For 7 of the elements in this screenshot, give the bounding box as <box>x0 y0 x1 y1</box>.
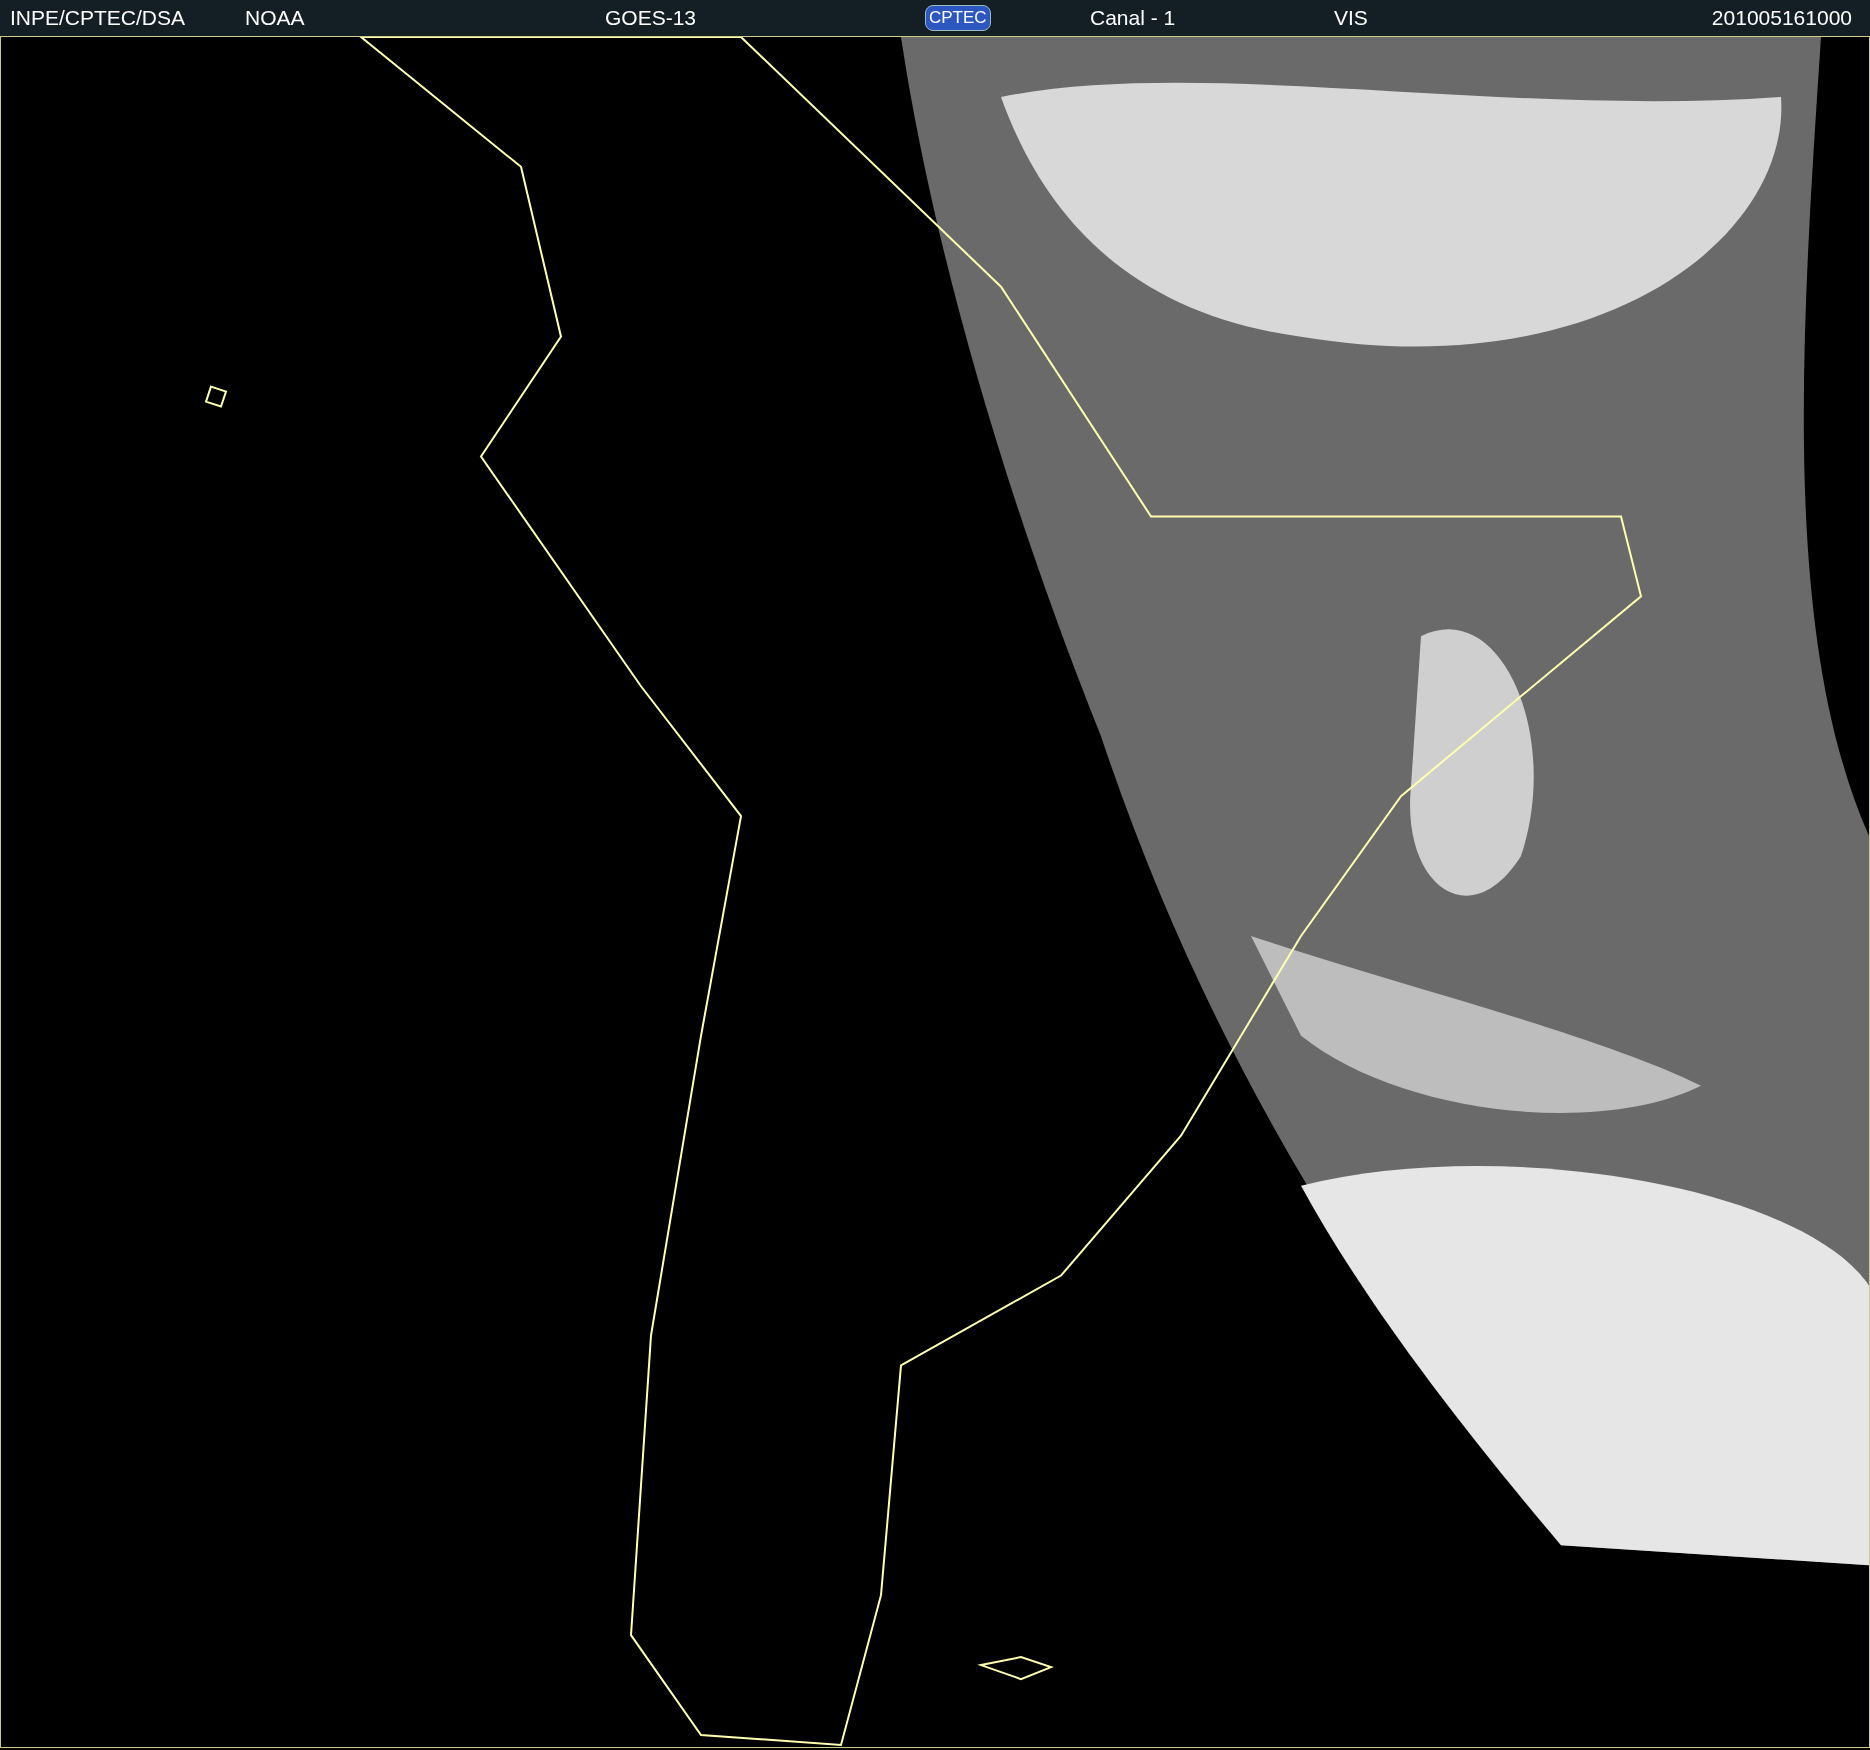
channel-label: Canal - 1 <box>1089 6 1176 30</box>
satellite-label: GOES-13 <box>605 6 697 30</box>
band-label: VIS <box>1333 6 1368 30</box>
timestamp-label: 201005161000 <box>1711 6 1852 30</box>
logo: CPTEC <box>925 5 991 31</box>
agency-label: NOAA <box>245 6 305 30</box>
source-label: INPE/CPTEC/DSA <box>10 6 186 30</box>
